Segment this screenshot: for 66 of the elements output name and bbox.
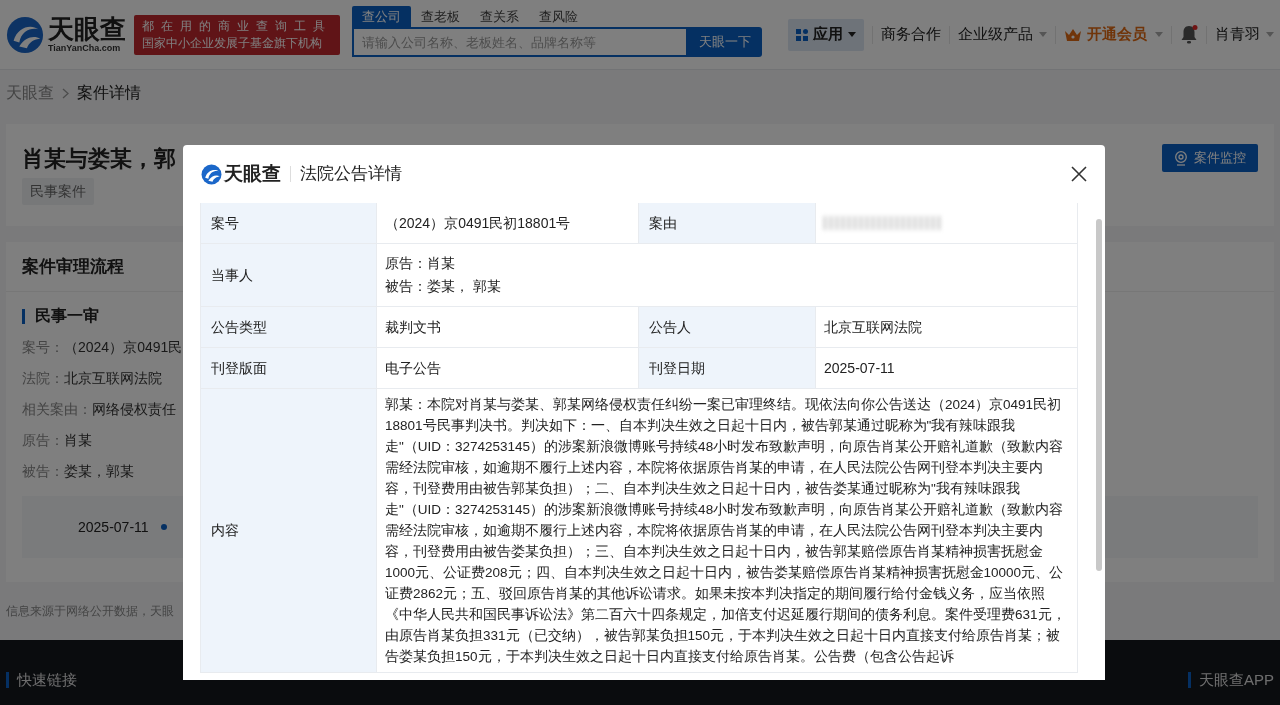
footer-heading: 天眼查APP [1199,669,1274,690]
cell-text: 郭某：本院对肖某与娄某、郭某网络侵权责任纠纷一案已审理终结。现依法向你公告送达（2024）京0491民初18801号民事判决书。判决如下：一、自本判决生效之日起十日内，被告郭某通过昵称为"我有辣味跟我走"（UID：3274253145）的涉案新浪微博账号持续48小时发布致歉声明，向原告肖某公开赔礼道歉（致歉内容需经法院审核，如逾期不履行上述内容，本院将依据原告肖某的申请，在人民法院公告网刊登本判决主要内容，刊登费用由被告郭某负担）；二、自本判决生效之日起十日内，被告娄某通过昵称为"我有辣味跟我走"（UID：3274253145）的涉案新浪微博账号持续48小时发布致歉声明，向原告肖某公开赔礼道歉（致歉内容需经法院审核，如逾期不履行上述内容，本院将依据原告肖某的申请，在人民法院公告网刊登本判决主要内容，刊登费用由被告娄某负担）；三、自本判决生效之日起十日内，被告郭某赔偿原告肖某精神损害抚慰金1000元、公证费208元；四、自本判决生效之日起十日内，被告娄某赔偿原告肖某精神损害抚慰金10000元、公证费2862元；五、驳回原告肖某的其他诉讼请求。如果未按本判决指定的期间履行给付金钱义务，应当依照《中华人民共和国民事诉讼法》第二百六十四条规定，加倍支付迟延履行期间的债务利息。案件受理费631元，由原告肖某负担331元（已交纳），被告郭某负担150元，于本判决生效之日起十日内直接支付给原告肖某；被告娄某负担150元，于本判决生效之日起十日内直接支付给原告肖某。公告费（包含公告起诉 [385,396,1067,666]
cell-text: 被告：娄某， 郭某 [385,277,502,296]
slogan-text: 都在用的商业查询工具 [142,17,332,35]
stage-title: 民事一审 [35,306,99,326]
cell-text: 2025-07-11 [824,359,896,378]
timeline-date: 2025-07-11 [78,517,149,537]
slogan-text: 国家中小企业发展子基金旗下机构 [142,34,323,52]
close-icon[interactable] [1071,166,1087,182]
logo-icon [6,15,44,54]
row-label: 当事人 [211,265,253,285]
cell-text: 裁判文书 [385,318,442,337]
heading-marker [1188,671,1191,688]
row-label: 刊登版面 [211,358,267,378]
scrollbar-thumb[interactable] [1096,219,1102,571]
row-label: 刊登日期 [649,358,705,378]
breadcrumb-item: 案件详情 [77,83,141,103]
field-label: 被告： [22,462,64,481]
search-tab[interactable]: 查公司 [352,6,411,27]
field-value: 北京互联网法院 [64,369,162,388]
chevron-icon [62,87,69,99]
caret-icon [1039,32,1047,37]
field-value: 肖某 [64,431,92,450]
vip-button[interactable]: 开通会员 [1064,23,1163,46]
apps-menu[interactable]: 应用 [788,18,864,51]
row-label: 内容 [211,521,239,540]
case-tag: 民事案件 [22,178,94,205]
field-value: 娄某，郭某 [64,462,134,481]
nav-link[interactable]: 商务合作 [881,23,941,46]
row-label: 案号 [211,213,239,233]
grid-icon [796,28,808,41]
logo-text: 天眼查 [224,161,281,186]
logo-text: 天眼查 [48,16,126,42]
search-tab[interactable]: 查老板 [411,6,470,27]
logo-domain: TianYanCha.com [48,44,122,53]
cell-text: （2024）京0491民初18801号 [385,214,572,233]
cell-text: 电子公告 [385,359,442,378]
search-tab[interactable]: 查关系 [470,6,529,27]
caret-icon [1155,32,1163,37]
footer-heading: 快速链接 [17,669,77,690]
caret-icon [1266,32,1274,37]
cell-text: 北京互联网法院 [824,318,923,337]
field-value: 网络侵权责任 [92,400,176,419]
case-title: 肖某与娄某，郭 [22,145,176,173]
field-label: 法院： [22,369,64,388]
modal-title: 法院公告详情 [300,163,402,186]
search-tab[interactable]: 查风险 [529,6,588,27]
section-heading: 案件审理流程 [22,255,124,278]
search-button[interactable]: 天眼一下 [688,27,762,57]
row-label: 案由 [649,213,677,233]
cell-text: 原告：肖某 [385,254,456,273]
nav-dropdown[interactable]: 企业级产品 [958,23,1047,46]
bell-icon[interactable] [1180,25,1198,44]
field-label: 案号： [22,338,64,357]
row-label: 公告类型 [211,317,267,337]
monitor-button[interactable]: 案件监控 [1162,144,1258,172]
field-value: （2024）京0491民 [64,338,183,357]
field-label: 原告： [22,431,64,450]
user-menu[interactable]: 肖青羽 [1215,23,1274,46]
caret-icon [848,32,856,37]
logo-icon [201,163,222,185]
crown-icon [1064,27,1082,42]
stage-marker [22,308,25,324]
row-label: 公告人 [649,317,691,337]
heading-marker [6,671,9,688]
camera-icon [1174,150,1188,166]
